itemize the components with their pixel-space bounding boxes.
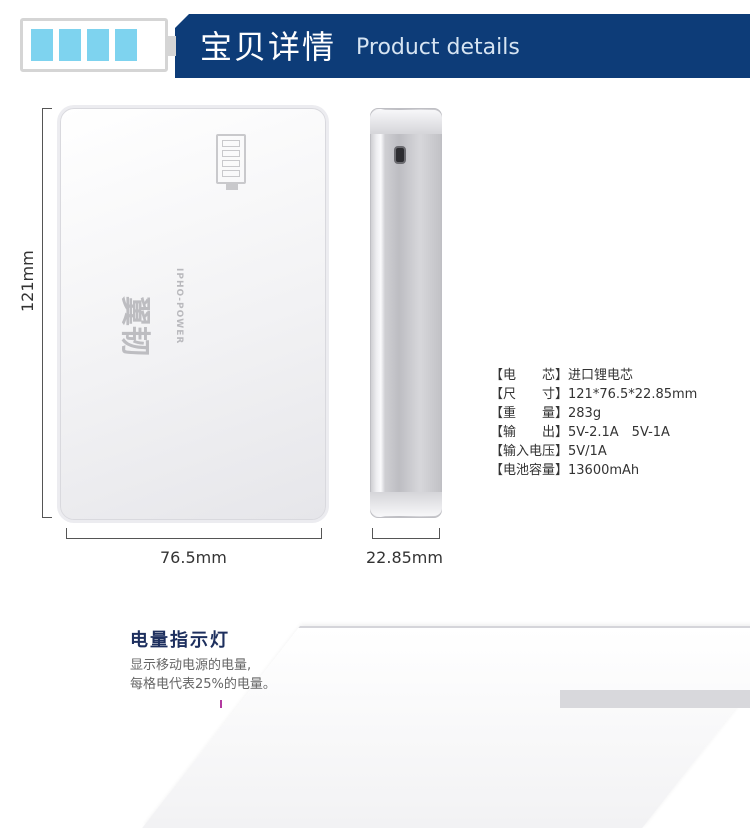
width-dimension-tick: [66, 528, 67, 539]
spec-label: 【输 出】: [490, 425, 569, 440]
side-cap-bottom: [370, 492, 442, 516]
spec-row: 【电池容量】13600mAh: [490, 461, 697, 480]
height-dimension-tick: [42, 108, 52, 109]
battery-tip: [168, 36, 176, 56]
spec-row: 【尺 寸】121*76.5*22.85mm: [490, 385, 697, 404]
indicator-heading: 电量指示灯: [130, 630, 230, 651]
indicator-tip: [226, 184, 238, 190]
pointer-line: [220, 700, 222, 708]
battery-cell: [115, 29, 137, 61]
spec-label: 【重 量】: [490, 406, 569, 421]
brand-logo-en: IPHO-POWER: [174, 268, 184, 345]
thickness-dimension-line: [372, 538, 440, 539]
battery-cell: [59, 29, 81, 61]
thickness-label: 22.85mm: [366, 548, 443, 567]
power-bank-closeup-edge: [560, 690, 750, 708]
spec-value: 283g: [568, 406, 602, 421]
page-title-en: Product details: [356, 35, 520, 60]
battery-cell: [31, 29, 53, 61]
spec-value: 进口锂电芯: [568, 368, 634, 383]
spec-row: 【重 量】283g: [490, 404, 697, 423]
spec-label: 【尺 寸】: [490, 387, 569, 402]
indicator-bar: [222, 160, 240, 167]
thickness-dimension-tick: [439, 528, 440, 539]
height-label: 121mm: [18, 250, 37, 312]
spec-label: 【输入电压】: [490, 444, 569, 459]
spec-list: 【电 芯】进口锂电芯 【尺 寸】121*76.5*22.85mm 【重 量】28…: [490, 366, 697, 480]
side-cap-top: [370, 110, 442, 134]
indicator-bar: [222, 150, 240, 157]
width-dimension-tick: [321, 528, 322, 539]
spec-row: 【电 芯】进口锂电芯: [490, 366, 697, 385]
height-dimension-tick: [42, 517, 52, 518]
thickness-dimension-tick: [372, 528, 373, 539]
spec-row: 【输 出】5V-2.1A 5V-1A: [490, 423, 697, 442]
brand-logo-cn: 翼韧: [117, 296, 152, 356]
power-bank-side: [370, 108, 442, 518]
header-banner: 宝贝详情 Product details: [0, 0, 750, 78]
spec-value: 5V/1A: [568, 444, 607, 459]
indicator-desc-line: 每格电代表25%的电量。: [130, 677, 276, 692]
width-label: 76.5mm: [160, 548, 227, 567]
battery-indicator-icon: [216, 134, 246, 184]
width-dimension-line: [66, 538, 322, 539]
header-notch: [175, 14, 189, 28]
indicator-bar: [222, 170, 240, 177]
battery-cell: [87, 29, 109, 61]
height-dimension-line: [42, 108, 43, 518]
battery-icon: [20, 18, 168, 72]
spec-value: 13600mAh: [568, 463, 640, 478]
spec-label: 【电池容量】: [490, 463, 569, 478]
indicator-bar: [222, 140, 240, 147]
indicator-description: 显示移动电源的电量, 每格电代表25%的电量。: [130, 656, 276, 694]
spec-value: 5V-2.1A 5V-1A: [568, 425, 670, 440]
spec-row: 【输入电压】5V/1A: [490, 442, 697, 461]
power-bank-front: [60, 108, 326, 520]
indicator-desc-line: 显示移动电源的电量,: [130, 658, 252, 673]
page-title-cn: 宝贝详情: [200, 28, 337, 66]
micro-usb-port-icon: [394, 146, 406, 164]
spec-label: 【电 芯】: [490, 368, 569, 383]
spec-value: 121*76.5*22.85mm: [568, 387, 698, 402]
